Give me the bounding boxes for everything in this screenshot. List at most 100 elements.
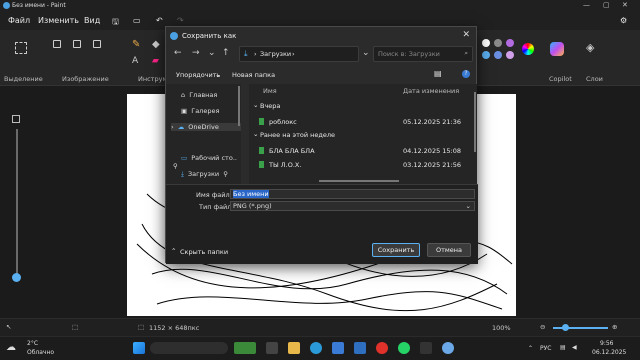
eraser-icon[interactable]: ▰ [152, 56, 159, 66]
menu-file[interactable]: Файл [8, 16, 30, 25]
menu-view[interactable]: Вид [84, 16, 100, 25]
new-folder-button[interactable]: Новая папка [232, 71, 275, 79]
undo-icon[interactable]: ↶ [156, 16, 163, 25]
file-list-hscrollbar[interactable] [319, 180, 399, 182]
file-list-scrollbar[interactable] [474, 92, 476, 152]
file-row[interactable]: ТЫ Л.О.Х. 03.12.2025 21:56 [249, 159, 477, 171]
zoom-out-icon[interactable]: ⊖ [540, 323, 545, 331]
fill-icon[interactable]: ◆ [152, 39, 160, 50]
hide-folders-button[interactable]: Скрыть папки [180, 248, 228, 256]
selection-size-icon: ⬚ [72, 323, 79, 331]
color-swatch[interactable] [482, 51, 490, 59]
widgets-icon[interactable] [234, 342, 256, 354]
back-icon[interactable]: ← [174, 48, 182, 58]
save-button[interactable]: Сохранить [372, 243, 420, 257]
breadcrumb-folder[interactable]: Загрузки [260, 50, 291, 58]
address-bar[interactable]: ⤓ › Загрузки › [239, 46, 359, 62]
nav-item-home[interactable]: ⌂ Главная [171, 91, 241, 99]
nav-item-desktop[interactable]: ▭ Рабочий сто.. ⚲ [171, 154, 241, 170]
volume-icon[interactable]: ◀ [572, 344, 577, 351]
color-swatch[interactable] [494, 39, 502, 47]
help-icon[interactable]: ? [462, 70, 470, 78]
column-date[interactable]: Дата изменения [403, 87, 459, 95]
paint-app-icon [3, 2, 10, 9]
file-explorer-icon[interactable] [288, 342, 300, 354]
redo-icon[interactable]: ↷ [177, 16, 184, 25]
weather-desc[interactable]: Облачно [27, 349, 54, 356]
up-icon[interactable]: ↑ [222, 48, 230, 58]
yandex-icon[interactable] [376, 342, 388, 354]
vk-icon[interactable] [354, 342, 366, 354]
color-swatch[interactable] [482, 39, 490, 47]
menu-edit[interactable]: Изменить [38, 16, 79, 25]
search-input[interactable]: Поиск в: Загрузки ⌕ [373, 46, 473, 62]
tray-chevron-icon[interactable]: ⌃ [528, 345, 533, 352]
clock-time[interactable]: 9:56 [600, 340, 613, 347]
organize-button[interactable]: Упорядочить [176, 71, 220, 79]
address-dropdown-icon[interactable]: ⌄ [362, 48, 370, 58]
crop-icon[interactable] [53, 40, 61, 48]
group-collapse-icon[interactable]: ⌄ [253, 130, 258, 138]
brush-size-slider[interactable] [12, 115, 22, 290]
file-row[interactable]: БЛА БЛА БЛА 04.12.2025 15:08 [249, 145, 477, 157]
zoom-select[interactable]: 100% [492, 324, 511, 332]
history-icon[interactable]: ⌄ [208, 48, 216, 58]
hide-folders-chevron-icon[interactable]: ⌃ [171, 247, 176, 255]
file-name: роблокс [269, 118, 297, 126]
home-icon: ⌂ [181, 91, 186, 99]
rotate-icon[interactable] [93, 40, 101, 48]
nav-item-onedrive[interactable]: › ☁ OneDrive [171, 123, 241, 131]
layers-icon[interactable]: ◈ [586, 41, 594, 54]
title-bar: Без имени - Paint — ▢ ✕ [0, 0, 640, 12]
terminal-icon[interactable] [420, 342, 432, 354]
color-swatch[interactable] [494, 51, 502, 59]
pin-icon: ⚲ [223, 170, 228, 178]
color-swatch[interactable] [506, 39, 514, 47]
zoom-in-icon[interactable]: ⊕ [612, 323, 617, 331]
nav-item-gallery[interactable]: ▣ Галерея [171, 107, 241, 115]
store-icon[interactable] [332, 342, 344, 354]
column-name[interactable]: Имя [263, 87, 277, 95]
open-icon[interactable]: ▭ [133, 16, 141, 25]
navpane-scrollbar[interactable] [238, 86, 240, 126]
language-indicator[interactable]: РУС [540, 345, 551, 352]
filetype-select[interactable]: PNG (*.png) ⌄ [230, 201, 475, 211]
forward-icon[interactable]: → [192, 48, 200, 58]
minimize-button[interactable]: — [583, 1, 590, 9]
weather-temp[interactable]: 2°C [27, 340, 38, 347]
file-name: ТЫ Л.О.Х. [269, 161, 302, 169]
filename-input[interactable]: Без имени [230, 189, 475, 199]
selection-icon[interactable] [15, 42, 27, 54]
nav-item-downloads[interactable]: ⤓ Загрузки ⚲ [171, 170, 241, 179]
file-list: Имя Дата изменения ⌄ Вчера роблокс 05.12… [249, 84, 477, 184]
clock-date[interactable]: 06.12.2025 [592, 349, 626, 356]
paint-icon[interactable] [442, 342, 454, 354]
save-icon[interactable]: 🖫 [112, 16, 119, 30]
edge-icon[interactable] [310, 342, 322, 354]
slider-thumb[interactable] [12, 273, 21, 282]
group-collapse-icon[interactable]: ⌄ [253, 101, 258, 109]
task-view-icon[interactable] [266, 342, 278, 354]
dialog-close-button[interactable]: ✕ [462, 30, 470, 40]
window-title: Без имени - Paint [12, 2, 66, 9]
settings-icon[interactable]: ⚙ [620, 16, 627, 25]
cancel-button[interactable]: Отмена [427, 243, 471, 257]
color-picker-icon[interactable] [522, 43, 534, 55]
view-options-icon[interactable]: ▤ [434, 69, 442, 78]
file-row[interactable]: роблокс 05.12.2025 21:36 [249, 116, 477, 128]
breadcrumb-sep-icon: › [292, 50, 295, 58]
text-icon[interactable]: A [132, 56, 138, 66]
start-icon[interactable] [133, 342, 145, 354]
close-button[interactable]: ✕ [622, 1, 628, 9]
whatsapp-icon[interactable] [398, 342, 410, 354]
pencil-icon[interactable]: ✎ [132, 39, 140, 50]
expand-chevron-icon[interactable]: › [171, 123, 174, 131]
copilot-icon[interactable] [550, 42, 564, 56]
search-box[interactable] [150, 342, 228, 354]
resize-icon[interactable] [73, 40, 81, 48]
maximize-button[interactable]: ▢ [603, 1, 610, 9]
zoom-slider-thumb[interactable] [562, 324, 569, 331]
ribbon-layers-label: Слои [586, 75, 603, 83]
color-swatch[interactable] [506, 51, 514, 59]
network-icon[interactable]: ▤ [560, 344, 566, 351]
